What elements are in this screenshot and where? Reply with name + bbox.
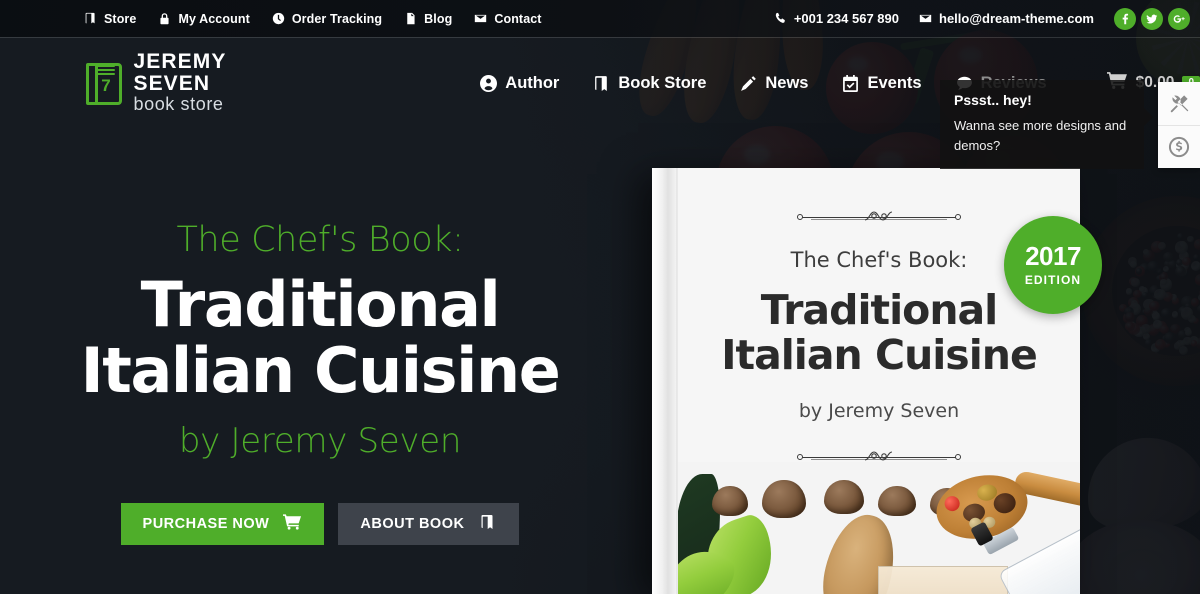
purchase-now-button[interactable]: PURCHASE NOW xyxy=(121,503,325,545)
top-bar: Store My Account Order Tracking Blog Con… xyxy=(0,0,1200,38)
book-cover-food-photo xyxy=(678,462,1080,594)
phone-icon xyxy=(774,12,787,25)
document-icon xyxy=(404,12,417,25)
purchase-now-label: PURCHASE NOW xyxy=(143,516,270,532)
envelope-icon xyxy=(474,12,487,25)
topbar-link-label: Contact xyxy=(494,12,541,26)
nav-item-book-store[interactable]: Book Store xyxy=(593,74,706,93)
mushroom-decoration xyxy=(712,486,748,516)
top-bar-contact: +001 234 567 890 hello@dream-theme.com xyxy=(774,8,1190,30)
mushroom-decoration xyxy=(878,486,916,516)
book-icon xyxy=(478,514,497,534)
tooltip-title: Pssst.. hey! xyxy=(954,92,1130,108)
nav-item-author[interactable]: Author xyxy=(480,74,559,93)
book-cover-author: by Jeremy Seven xyxy=(678,400,1080,422)
nav-item-label: Events xyxy=(867,74,921,93)
topbar-link-blog[interactable]: Blog xyxy=(404,12,452,26)
dollar-circle-icon[interactable] xyxy=(1158,125,1200,168)
logo-number: 7 xyxy=(95,76,117,96)
clock-icon xyxy=(272,12,285,25)
logo-text: JEREMY SEVEN book store xyxy=(133,51,282,115)
page-root: Store My Account Order Tracking Blog Con… xyxy=(0,0,1200,594)
hero-pretitle: The Chef's Book: xyxy=(176,220,463,260)
side-toolbar xyxy=(1158,82,1200,168)
topbar-link-label: Store xyxy=(104,12,136,26)
topbar-link-store[interactable]: Store xyxy=(84,12,136,26)
shopping-cart-icon xyxy=(283,514,302,534)
book-logo-icon: 7 xyxy=(84,59,119,107)
logo-subtitle: book store xyxy=(133,94,223,114)
food-tray-decoration xyxy=(878,566,1008,594)
nav-item-label: Book Store xyxy=(618,74,706,93)
site-logo[interactable]: 7 JEREMY SEVEN book store xyxy=(84,51,282,115)
book-icon xyxy=(84,12,97,25)
ornament-divider-top xyxy=(795,208,963,222)
book-title-line1: Traditional xyxy=(761,286,997,334)
hero-section: The Chef's Book: Traditional Italian Cui… xyxy=(0,128,640,594)
topbar-link-my-account[interactable]: My Account xyxy=(158,12,249,26)
promo-tooltip[interactable]: Pssst.. hey! Wanna see more designs and … xyxy=(940,80,1144,169)
topbar-link-contact[interactable]: Contact xyxy=(474,12,541,26)
nav-item-news[interactable]: News xyxy=(740,74,808,93)
facebook-icon[interactable] xyxy=(1114,8,1136,30)
pencil-icon xyxy=(740,75,757,92)
hero-title-line1: Traditional xyxy=(141,268,500,341)
envelope-icon xyxy=(919,12,932,25)
tooltip-body: Wanna see more designs and demos? xyxy=(954,116,1130,155)
top-bar-links: Store My Account Order Tracking Blog Con… xyxy=(84,12,542,26)
tools-icon[interactable] xyxy=(1158,82,1200,125)
nav-item-events[interactable]: Events xyxy=(842,74,921,93)
topbar-link-label: Blog xyxy=(424,12,452,26)
calendar-check-icon xyxy=(842,75,859,92)
mushroom-decoration xyxy=(762,480,806,518)
edition-label: EDITION xyxy=(1025,273,1081,287)
phone-block: +001 234 567 890 xyxy=(774,11,899,26)
social-links xyxy=(1114,8,1190,30)
hero-title-line2: Italian Cuisine xyxy=(81,334,560,407)
about-book-label: ABOUT BOOK xyxy=(360,516,464,532)
user-circle-icon xyxy=(480,75,497,92)
hero-buttons: PURCHASE NOW ABOUT BOOK xyxy=(121,503,520,545)
email-block: hello@dream-theme.com xyxy=(919,11,1094,26)
nav-item-label: Author xyxy=(505,74,559,93)
topbar-link-label: My Account xyxy=(178,12,249,26)
edition-badge: 2017 EDITION xyxy=(1004,216,1102,314)
google-plus-icon[interactable] xyxy=(1168,8,1190,30)
twitter-icon[interactable] xyxy=(1141,8,1163,30)
book-spine xyxy=(652,168,678,594)
lock-icon xyxy=(158,12,171,25)
mushroom-decoration xyxy=(824,480,864,514)
book-title-line2: Italian Cuisine xyxy=(721,331,1037,379)
ornament-divider-bottom xyxy=(795,448,963,462)
about-book-button[interactable]: ABOUT BOOK xyxy=(338,503,519,545)
topbar-link-order-tracking[interactable]: Order Tracking xyxy=(272,12,382,26)
email-address: hello@dream-theme.com xyxy=(939,11,1094,26)
nav-item-label: News xyxy=(765,74,808,93)
hero-title: Traditional Italian Cuisine xyxy=(81,272,560,403)
edition-year: 2017 xyxy=(1025,243,1081,269)
logo-title: JEREMY SEVEN xyxy=(133,50,226,95)
phone-number: +001 234 567 890 xyxy=(794,11,899,26)
hero-byline: by Jeremy Seven xyxy=(179,421,461,461)
topbar-link-label: Order Tracking xyxy=(292,12,382,26)
book-icon xyxy=(593,75,610,92)
